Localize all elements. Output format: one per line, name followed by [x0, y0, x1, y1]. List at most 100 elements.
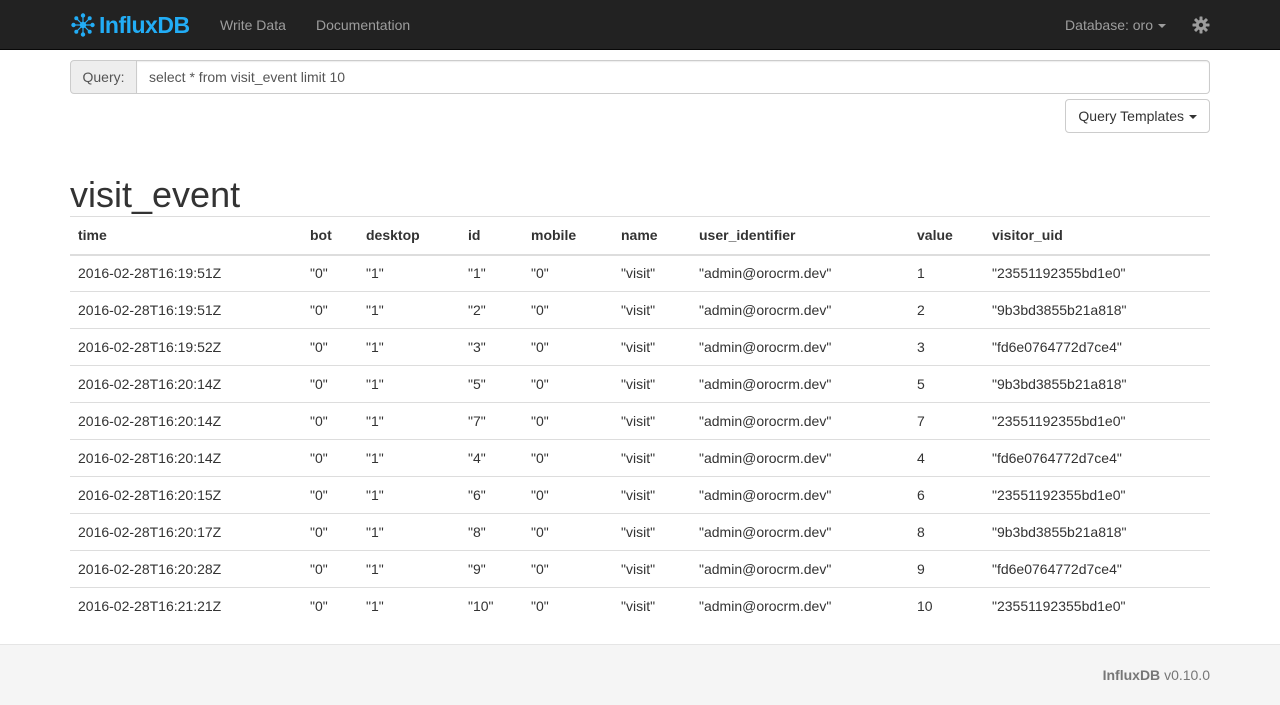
cell-value: 2	[909, 291, 984, 329]
cell-bot: "0"	[302, 291, 358, 329]
cell-id: "1"	[468, 265, 486, 282]
cell-visitor-uid: "fd6e0764772d7ce4"	[984, 328, 1210, 366]
cell-value: 8	[909, 513, 984, 551]
cell-mobile: "0"	[523, 291, 613, 329]
cell-name: "visit"	[613, 550, 691, 588]
cell-bot: "0"	[302, 476, 358, 514]
cell-bot: "0"	[310, 265, 328, 282]
cell-desktop: "1"	[358, 550, 460, 588]
cell-visitor-uid: "23551192355bd1e0"	[992, 265, 1126, 282]
cell-id: "3"	[460, 328, 523, 366]
footer: InfluxDB v0.10.0	[0, 644, 1280, 705]
cell-mobile: "0"	[523, 365, 613, 403]
cell-bot: "0"	[302, 402, 358, 440]
database-dropdown[interactable]: Database: oro	[1065, 0, 1166, 50]
cell-id: "5"	[460, 365, 523, 403]
cell-desktop: "1"	[358, 439, 460, 477]
cell-id: "8"	[460, 513, 523, 551]
cell-time: 2016-02-28T16:21:21Z	[70, 587, 302, 625]
brand-logo[interactable]: InfluxDB	[70, 11, 190, 39]
cell-bot: "0"	[302, 365, 358, 403]
cell-visitor-uid: "23551192355bd1e0"	[984, 476, 1210, 514]
cell-user-identifier: "admin@orocrm.dev"	[691, 439, 909, 477]
column-header-id: id	[460, 216, 523, 256]
cell-value: 5	[909, 365, 984, 403]
query-templates-button[interactable]: Query Templates	[1065, 99, 1210, 133]
cell-user-identifier: "admin@orocrm.dev"	[691, 550, 909, 588]
cell-id: "9"	[460, 550, 523, 588]
cell-value: 9	[909, 550, 984, 588]
cell-desktop: "1"	[358, 402, 460, 440]
cell-mobile: "0"	[523, 439, 613, 477]
cell-user-identifier: "admin@orocrm.dev"	[691, 587, 909, 625]
cell-visitor-uid: "fd6e0764772d7ce4"	[984, 550, 1210, 588]
cell-visitor-uid: "23551192355bd1e0"	[984, 402, 1210, 440]
cell-time: 2016-02-28T16:19:52Z	[70, 328, 302, 366]
cell-desktop: "1"	[358, 365, 460, 403]
cell-name: "visit"	[613, 439, 691, 477]
cell-value: 4	[909, 439, 984, 477]
table-row: 2016-02-28T16:19:51Z "0" "1" "1" "0" "visit" "…	[70, 255, 1210, 292]
cell-time: 2016-02-28T16:20:14Z	[70, 402, 302, 440]
cell-name: "visit"	[613, 291, 691, 329]
brand-name: InfluxDB	[99, 11, 190, 38]
cell-bot: "0"	[302, 328, 358, 366]
column-header-value: value	[909, 216, 984, 256]
footer-version-text: InfluxDB v0.10.0	[1103, 667, 1210, 683]
cell-mobile: "0"	[523, 513, 613, 551]
table-row: 2016-02-28T16:20:17Z "0" "1" "8" "0" "visit" "…	[70, 513, 1210, 551]
cell-user-identifier: "admin@orocrm.dev"	[691, 328, 909, 366]
cell-value: 3	[909, 328, 984, 366]
query-label: Query:	[70, 60, 137, 94]
cell-value: 6	[909, 476, 984, 514]
database-dropdown-label: Database: oro	[1065, 17, 1153, 33]
column-header-mobile: mobile	[523, 216, 613, 256]
cell-mobile: "0"	[531, 265, 549, 282]
footer-version: v0.10.0	[1164, 667, 1210, 683]
table-row: 2016-02-28T16:20:14Z "0" "1" "7" "0" "visit" "…	[70, 402, 1210, 440]
cell-time: 2016-02-28T16:20:17Z	[70, 513, 302, 551]
gear-icon[interactable]	[1192, 16, 1210, 34]
table-row: 2016-02-28T16:20:14Z "0" "1" "4" "0" "visit" "…	[70, 439, 1210, 477]
cell-value: 1	[917, 265, 925, 282]
column-header-desktop: desktop	[358, 216, 460, 256]
chevron-down-icon	[1189, 115, 1197, 120]
cell-visitor-uid: "9b3bd3855b21a818"	[984, 291, 1210, 329]
influxdb-logo-icon	[70, 12, 96, 38]
cell-visitor-uid: "9b3bd3855b21a818"	[984, 513, 1210, 551]
cell-mobile: "0"	[523, 550, 613, 588]
cell-mobile: "0"	[523, 587, 613, 625]
cell-bot: "0"	[302, 513, 358, 551]
cell-id: "7"	[460, 402, 523, 440]
column-header-user-identifier: user_identifier	[691, 216, 909, 256]
cell-name: "visit"	[613, 476, 691, 514]
table-row: 2016-02-28T16:21:21Z "0" "1" "10" "0" "visit"…	[70, 587, 1210, 625]
cell-desktop: "1"	[358, 513, 460, 551]
query-templates-label: Query Templates	[1078, 108, 1184, 124]
cell-desktop: "1"	[358, 587, 460, 625]
cell-user-identifier: "admin@orocrm.dev"	[691, 291, 909, 329]
cell-name: "visit"	[621, 265, 656, 282]
cell-visitor-uid: "23551192355bd1e0"	[984, 587, 1210, 625]
cell-desktop: "1"	[366, 265, 384, 282]
cell-bot: "0"	[302, 587, 358, 625]
nav-documentation-link[interactable]: Documentation	[316, 0, 410, 50]
cell-desktop: "1"	[358, 328, 460, 366]
query-input[interactable]	[137, 60, 1210, 94]
query-input-group: Query:	[70, 60, 1210, 94]
chevron-down-icon	[1158, 24, 1166, 29]
cell-time: 2016-02-28T16:19:51Z	[78, 265, 222, 282]
column-header-name: name	[613, 216, 691, 256]
table-row: 2016-02-28T16:19:51Z "0" "1" "2" "0" "visit" "…	[70, 291, 1210, 329]
cell-name: "visit"	[613, 587, 691, 625]
table-body: 2016-02-28T16:19:51Z "0" "1" "1" "0" "visit" "…	[70, 255, 1210, 625]
cell-time: 2016-02-28T16:20:15Z	[70, 476, 302, 514]
cell-id: "2"	[460, 291, 523, 329]
cell-name: "visit"	[613, 365, 691, 403]
cell-user-identifier: "admin@orocrm.dev"	[691, 365, 909, 403]
cell-id: "4"	[460, 439, 523, 477]
cell-name: "visit"	[613, 328, 691, 366]
nav-write-data-link[interactable]: Write Data	[220, 0, 286, 50]
cell-user-identifier: "admin@orocrm.dev"	[691, 513, 909, 551]
cell-value: 10	[909, 587, 984, 625]
